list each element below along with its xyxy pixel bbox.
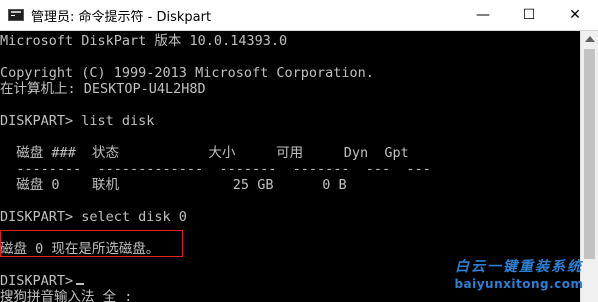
window-controls: — ☐ ✕ <box>460 0 598 30</box>
console-line: DISKPART> list disk <box>0 113 155 129</box>
maximize-button[interactable]: ☐ <box>506 0 552 30</box>
disk-table-header: 磁盘 ### 状态 大小 可用 Dyn Gpt <box>0 145 409 161</box>
console-output[interactable]: Microsoft DiskPart 版本 10.0.14393.0 Copyr… <box>0 31 580 302</box>
prompt-line[interactable]: DISKPART> <box>0 273 85 289</box>
minimize-button[interactable]: — <box>460 0 506 30</box>
vertical-scrollbar[interactable] <box>580 31 598 302</box>
highlight-box <box>0 230 183 257</box>
title-bar[interactable]: 管理员: 命令提示符 - Diskpart — ☐ ✕ <box>0 0 598 31</box>
console-line: Microsoft DiskPart 版本 10.0.14393.0 <box>0 33 288 49</box>
console-line: DISKPART> select disk 0 <box>0 209 187 225</box>
scroll-up-arrow-icon[interactable] <box>585 36 595 42</box>
ime-status: 搜狗拼音输入法 全 : <box>0 289 133 302</box>
disk-table-row: 磁盘 0 联机 25 GB 0 B <box>0 177 347 193</box>
console-line: 在计算机上: DESKTOP-U4L2H8D <box>0 81 206 97</box>
console-app-icon <box>8 9 24 21</box>
text-cursor <box>76 283 85 285</box>
close-button[interactable]: ✕ <box>552 0 598 30</box>
scroll-thumb[interactable] <box>584 49 595 259</box>
command-prompt-window: 管理员: 命令提示符 - Diskpart — ☐ ✕ Microsoft Di… <box>0 0 598 302</box>
window-title: 管理员: 命令提示符 - Diskpart <box>31 9 212 25</box>
console-line: Copyright (C) 1999-2013 Microsoft Corpor… <box>0 65 374 81</box>
disk-table-separator: -------- ------------- ------- ------- -… <box>0 161 431 177</box>
prompt-text: DISKPART> <box>0 273 74 289</box>
